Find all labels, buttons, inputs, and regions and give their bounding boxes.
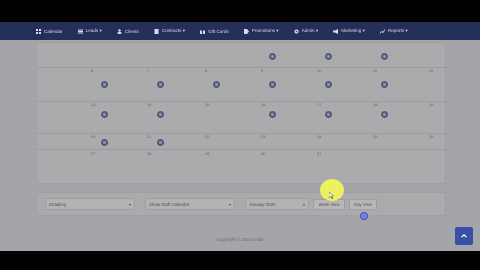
nav-leads[interactable]: Leads ▾ bbox=[77, 28, 102, 34]
calendar-day[interactable]: 12 bbox=[429, 68, 433, 73]
calendar-day[interactable]: 25 bbox=[373, 134, 377, 139]
list-icon bbox=[77, 29, 83, 34]
staff-calendar-select-value: Show Staff Calendar bbox=[149, 201, 190, 207]
chevron-down-icon: ▾ bbox=[302, 201, 305, 207]
focus-indicator bbox=[360, 212, 368, 220]
appointment-dot[interactable] bbox=[157, 139, 164, 146]
staff-calendar-select[interactable]: Show Staff Calendar ▾ bbox=[145, 198, 235, 210]
copyright-text: Copyright © 2020 Detail bbox=[216, 237, 264, 242]
nav-calendar-label: Calendar bbox=[44, 28, 63, 34]
nav-clients-label: Clients bbox=[124, 28, 139, 34]
nav-contracts[interactable]: Contracts ▾ bbox=[154, 28, 185, 34]
calendar-day[interactable]: 16 bbox=[261, 102, 265, 107]
top-navbar: Calendar Leads ▾ Clients Contracts ▾ Gif… bbox=[0, 22, 480, 40]
nav-promotions-label: Promotions ▾ bbox=[251, 28, 279, 33]
calendar-row-divider bbox=[37, 149, 447, 150]
calendar-day[interactable]: 7 bbox=[147, 68, 149, 73]
appointment-dot[interactable] bbox=[325, 53, 332, 60]
appointment-dot[interactable] bbox=[381, 53, 388, 60]
nav-marketing-label: Marketing ▾ bbox=[341, 28, 365, 33]
month-select-value: January 2020 bbox=[249, 201, 276, 207]
calendar-day[interactable]: 21 bbox=[147, 134, 151, 139]
calendar-grid: 6 7 8 9 10 11 12 13 14 15 16 17 18 19 20… bbox=[36, 42, 447, 184]
chart-icon bbox=[379, 28, 385, 34]
nav-contracts-label: Contracts ▾ bbox=[161, 28, 186, 33]
calendar-day[interactable]: 14 bbox=[147, 102, 151, 107]
chevron-down-icon: ▾ bbox=[128, 201, 131, 207]
nav-gift-cards-label: Gift Cards bbox=[208, 28, 229, 34]
nav-clients[interactable]: Clients bbox=[117, 29, 139, 34]
user-icon bbox=[117, 28, 122, 34]
calendar-day[interactable]: 8 bbox=[205, 68, 207, 73]
chevron-down-icon: ▾ bbox=[228, 201, 231, 207]
appointment-dot[interactable] bbox=[213, 81, 220, 88]
calendar-day[interactable]: 10 bbox=[317, 68, 321, 73]
calendar-day[interactable]: 22 bbox=[205, 134, 209, 139]
appointment-dot[interactable] bbox=[101, 81, 108, 88]
nav-reports-label: Reports ▾ bbox=[387, 28, 408, 33]
chevron-up-icon bbox=[461, 233, 467, 238]
appointment-dot[interactable] bbox=[381, 111, 388, 118]
nav-leads-label: Leads ▾ bbox=[85, 28, 102, 33]
appointment-dot[interactable] bbox=[101, 139, 108, 146]
calendar-day[interactable]: 13 bbox=[91, 102, 95, 107]
gift-icon bbox=[200, 28, 206, 34]
appointment-dot[interactable] bbox=[269, 53, 276, 60]
appointment-dot[interactable] bbox=[269, 111, 276, 118]
calendar-day[interactable]: 26 bbox=[429, 134, 433, 139]
calendar-day[interactable]: 19 bbox=[429, 102, 433, 107]
page-content: 6 7 8 9 10 11 12 13 14 15 16 17 18 19 20… bbox=[0, 40, 480, 251]
calendar-day[interactable]: 9 bbox=[261, 68, 263, 73]
day-view-button[interactable]: Day View bbox=[349, 199, 377, 210]
calendar-day[interactable]: 20 bbox=[91, 134, 95, 139]
megaphone-icon bbox=[333, 28, 339, 34]
service-select[interactable]: Detailing ▾ bbox=[45, 198, 135, 210]
tag-icon bbox=[243, 28, 249, 34]
calendar-day[interactable]: 6 bbox=[91, 68, 93, 73]
grid-icon bbox=[36, 28, 41, 34]
calendar-day[interactable]: 29 bbox=[205, 151, 209, 156]
calendar-day[interactable]: 28 bbox=[147, 151, 151, 156]
nav-gift-cards[interactable]: Gift Cards bbox=[200, 28, 229, 34]
nav-reports[interactable]: Reports ▾ bbox=[379, 28, 408, 34]
calendar-row-divider bbox=[37, 67, 447, 68]
scroll-to-top-button[interactable] bbox=[455, 227, 473, 245]
appointment-dot[interactable] bbox=[325, 81, 332, 88]
nav-marketing[interactable]: Marketing ▾ bbox=[333, 28, 365, 34]
calendar-day[interactable]: 24 bbox=[317, 134, 321, 139]
calendar-day[interactable]: 23 bbox=[261, 134, 265, 139]
service-select-value: Detailing bbox=[49, 201, 67, 207]
calendar-day[interactable]: 18 bbox=[373, 102, 377, 107]
calendar-row-divider bbox=[37, 101, 447, 102]
appointment-dot[interactable] bbox=[157, 81, 164, 88]
mouse-cursor-icon bbox=[328, 186, 335, 200]
calendar-day[interactable]: 30 bbox=[261, 151, 265, 156]
appointment-dot[interactable] bbox=[157, 111, 164, 118]
appointment-dot[interactable] bbox=[325, 111, 332, 118]
letterbox-bottom bbox=[0, 251, 480, 270]
calendar-day[interactable]: 15 bbox=[205, 102, 209, 107]
appointment-dot[interactable] bbox=[269, 81, 276, 88]
calendar-controls: Detailing ▾ Show Staff Calendar ▾ Januar… bbox=[36, 192, 446, 216]
appointment-dot[interactable] bbox=[381, 81, 388, 88]
month-select[interactable]: January 2020 ▾ bbox=[245, 198, 309, 210]
gear-icon bbox=[294, 29, 299, 34]
appointment-dot[interactable] bbox=[101, 111, 108, 118]
calendar-day[interactable]: 11 bbox=[373, 68, 377, 73]
nav-promotions[interactable]: Promotions ▾ bbox=[243, 28, 279, 34]
calendar-row-divider bbox=[37, 133, 447, 134]
letterbox-top bbox=[0, 0, 480, 22]
nav-admin[interactable]: Admin ▾ bbox=[294, 28, 319, 34]
calendar-day[interactable]: 31 bbox=[317, 151, 321, 156]
file-icon bbox=[154, 28, 159, 34]
calendar-day[interactable]: 17 bbox=[317, 102, 321, 107]
calendar-day[interactable]: 27 bbox=[91, 151, 95, 156]
nav-admin-label: Admin ▾ bbox=[301, 28, 319, 33]
nav-calendar[interactable]: Calendar bbox=[36, 28, 63, 34]
